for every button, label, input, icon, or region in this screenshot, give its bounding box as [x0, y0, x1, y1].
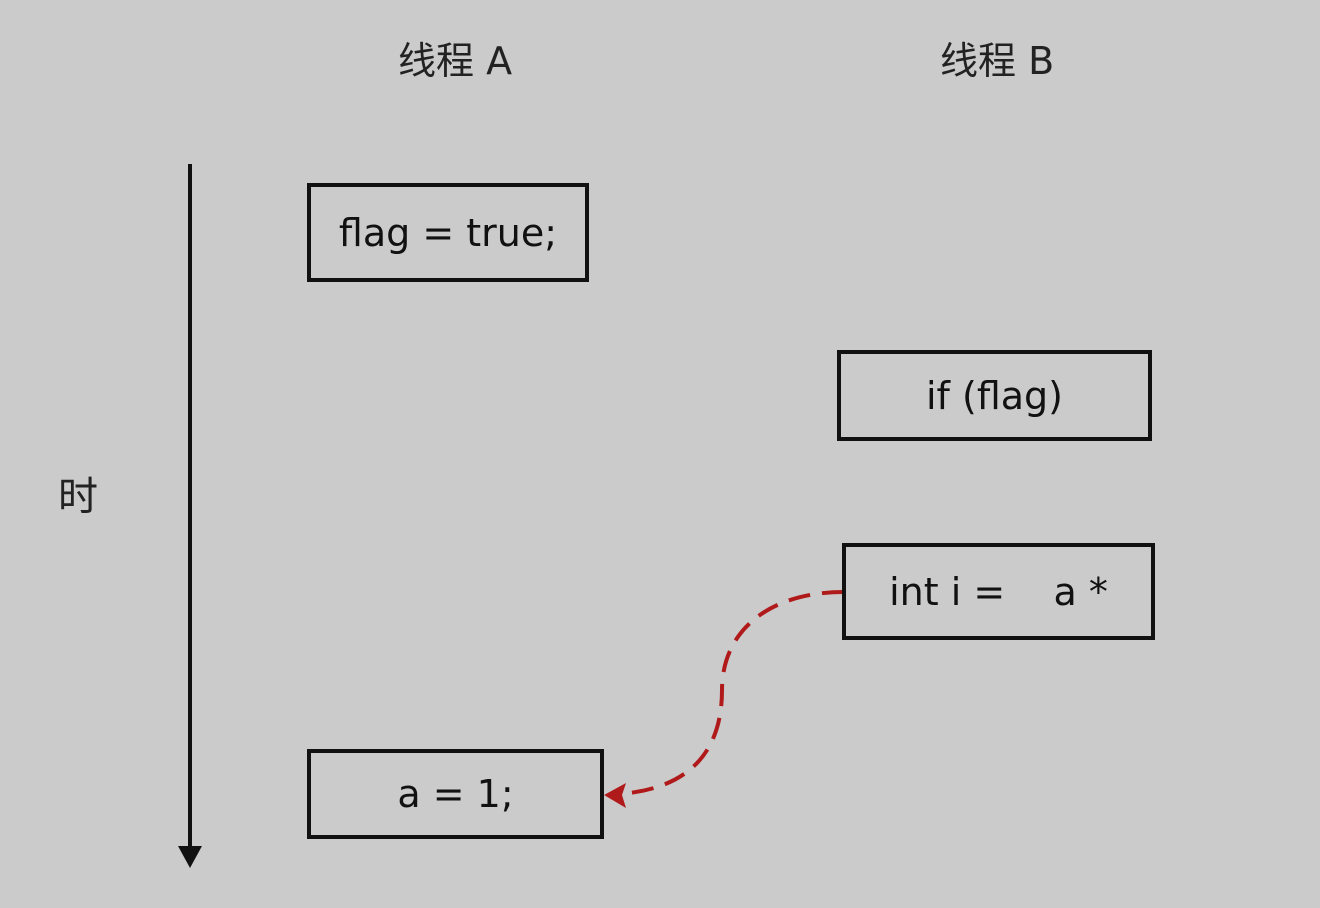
thread-a-a-assign-box: a = 1; [307, 749, 604, 839]
diagram-arrows [178, 164, 845, 868]
thread-a-flag-assign-box: flag = true; [307, 183, 589, 282]
dashed-dependency-arrow-icon [604, 590, 845, 808]
thread-b-if-flag-box: if (flag) [837, 350, 1152, 441]
thread-b-heading: 线程 B [940, 39, 1055, 83]
thread-a-heading: 线程 A [398, 39, 513, 83]
time-label: 时 [58, 474, 98, 520]
time-axis-arrow-icon [178, 164, 202, 868]
thread-b-int-i-box: int i = a * [842, 543, 1155, 640]
